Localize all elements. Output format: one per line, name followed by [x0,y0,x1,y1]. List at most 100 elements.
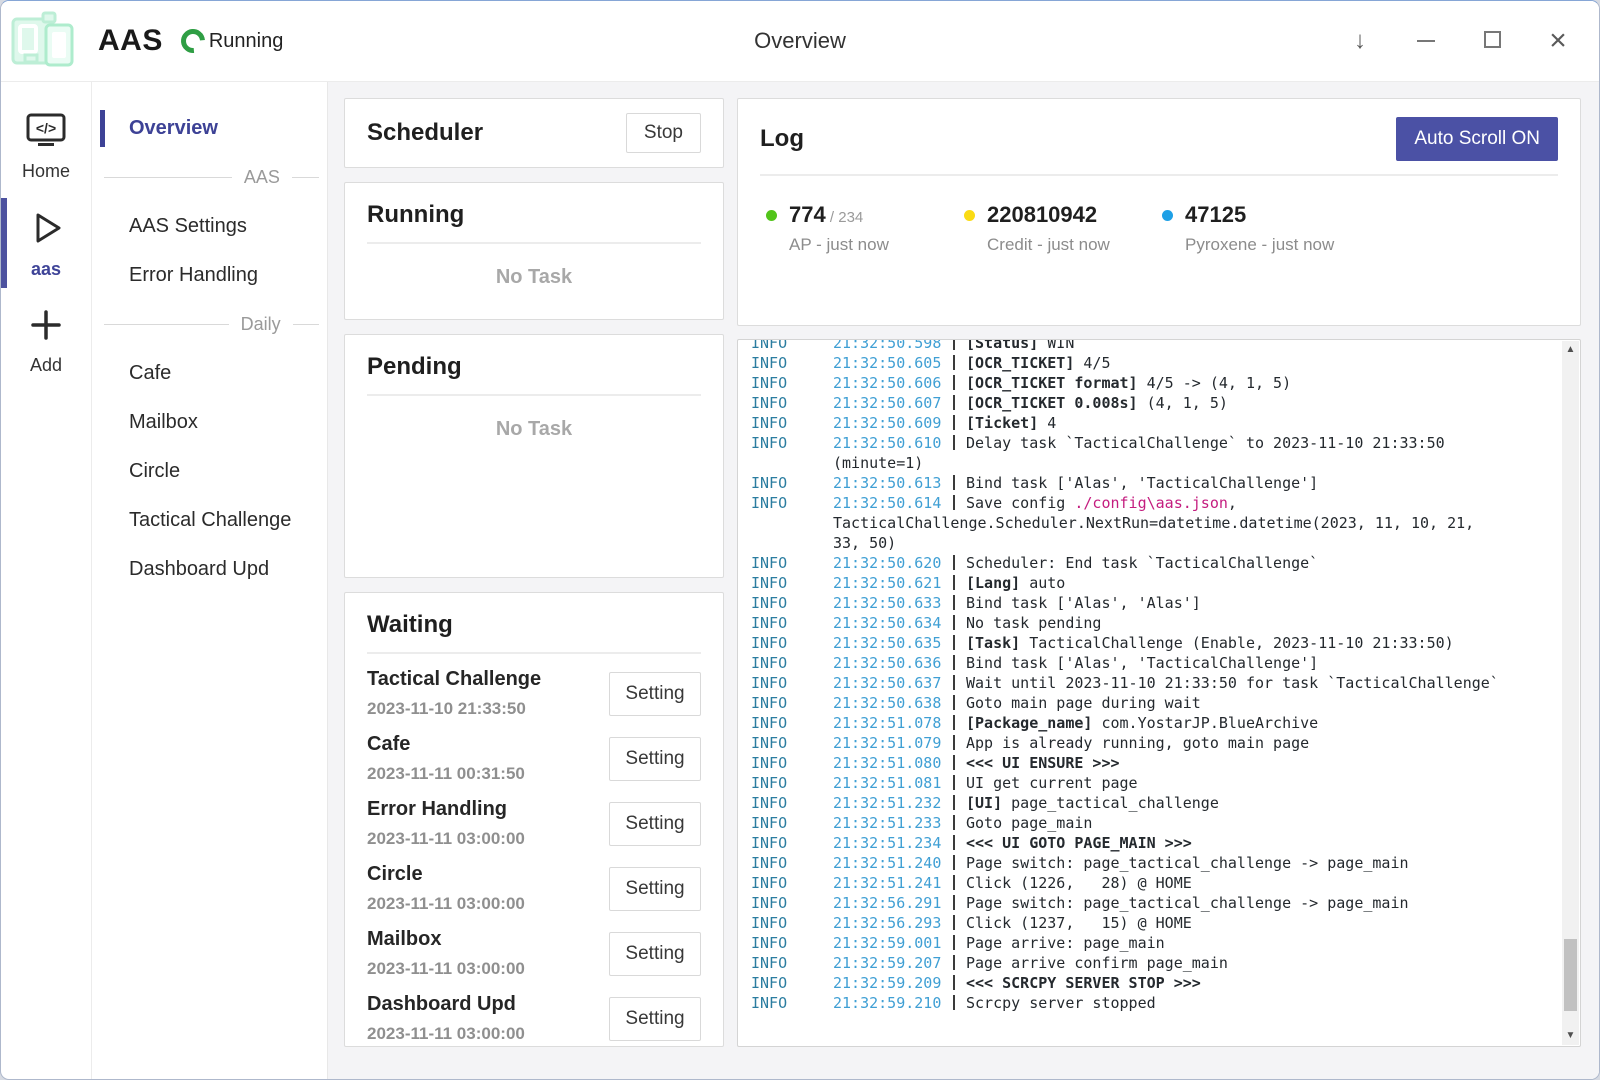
nav-item-aas-settings[interactable]: AAS Settings [92,202,327,251]
log-entry: INFO21:32:50.605[OCR_TICKET] 4/5 [751,353,1563,373]
log-scrollbar[interactable]: ▲ ▼ [1562,341,1579,1045]
waiting-task-next-run: 2023-11-11 00:31:50 [367,764,525,784]
log-message-segment: (4, 1, 5) [1138,394,1228,412]
log-level: INFO [751,413,833,433]
log-message-segment: 33, 50) [833,534,896,552]
waiting-task-row: Cafe2023-11-11 00:31:50Setting [367,733,701,784]
setting-button[interactable]: Setting [609,867,701,911]
log-message-segment: Scrcpy server stopped [966,994,1156,1012]
log-timestamp: 21:32:59.210 [833,993,945,1013]
nav-item-overview[interactable]: Overview [92,104,327,153]
setting-button[interactable]: Setting [609,802,701,846]
log-level: INFO [751,373,833,393]
stat-dot-icon [1162,210,1173,221]
log-column: Log Auto Scroll ON 774 / 234AP - just no… [737,98,1581,1047]
log-message-segment: , [1228,494,1237,512]
divider [760,174,1558,176]
app-logo-icon [10,11,76,71]
waiting-task-info: Error Handling2023-11-11 03:00:00 [367,798,525,849]
log-entry: INFO21:32:50.635[Task] TacticalChallenge… [751,633,1563,653]
log-message-segment: 4/5 [1074,354,1110,372]
log-separator [953,755,955,770]
log-message-segment: TacticalChallenge (Enable, 2023-11-10 21… [1020,634,1453,652]
log-viewport[interactable]: INFO21:32:50.598[Status] WININFO21:32:50… [738,340,1563,1046]
svg-text:</>: </> [36,120,56,136]
setting-button[interactable]: Setting [609,997,701,1041]
rail-item-aas[interactable]: aas [1,194,91,292]
waiting-task-next-run: 2023-11-11 03:00:00 [367,1024,525,1044]
nav-group-divider: Daily [92,300,327,349]
log-separator [953,415,955,430]
waiting-task-row: Dashboard Upd2023-11-11 03:00:00 Setting [367,993,701,1044]
log-level: INFO [751,933,833,953]
scroll-up-icon[interactable]: ▲ [1562,342,1579,358]
log-level: INFO [751,593,833,613]
auto-scroll-button[interactable]: Auto Scroll ON [1396,117,1558,161]
log-message-segment: Goto main page during wait [966,694,1201,712]
app-body: </>HomeaasAdd OverviewAASAAS SettingsErr… [1,81,1599,1079]
scheduler-title: Scheduler [367,119,483,147]
stat-value: 220810942 [987,202,1110,228]
waiting-title: Waiting [367,611,701,639]
log-separator [953,815,955,830]
divider-line [293,324,319,325]
nav-item-dashboard-upd[interactable]: Dashboard Upd [92,545,327,594]
log-separator [953,355,955,370]
nav-item-mailbox[interactable]: Mailbox [92,398,327,447]
stat-label: Credit - just now [987,235,1110,255]
log-timestamp: 21:32:50.633 [833,593,945,613]
log-level: INFO [751,813,833,833]
nav-item-tactical-challenge[interactable]: Tactical Challenge [92,496,327,545]
log-timestamp: 21:32:50.635 [833,633,945,653]
maximize-icon[interactable] [1477,27,1507,55]
scrollbar-thumb[interactable] [1564,939,1577,1011]
stat-value: 47125 [1185,202,1334,228]
log-entry: INFO21:32:50.598[Status] WIN [751,340,1563,353]
log-separator [953,715,955,730]
scroll-down-icon[interactable]: ▼ [1562,1028,1579,1044]
waiting-task-next-run: 2023-11-10 21:33:50 [367,699,541,719]
setting-button[interactable]: Setting [609,737,701,781]
log-level: INFO [751,773,833,793]
log-separator [953,375,955,390]
nav-item-cafe[interactable]: Cafe [92,349,327,398]
stop-button[interactable]: Stop [626,113,701,153]
setting-button[interactable]: Setting [609,672,701,716]
log-separator [953,775,955,790]
dashboard-stats: 774 / 234AP - just now220810942Credit - … [760,202,1558,255]
log-message-segment: Click (1237, 15) @ HOME [966,914,1192,932]
nav-item-error-handling[interactable]: Error Handling [92,251,327,300]
log-entry: INFO21:32:50.634No task pending [751,613,1563,633]
log-entry: INFO21:32:51.078[Package_name] com.Yosta… [751,713,1563,733]
setting-button[interactable]: Setting [609,932,701,976]
log-level: INFO [751,913,833,933]
log-message-segment: <<< UI ENSURE >>> [966,754,1120,772]
rail-item-home[interactable]: </>Home [1,98,91,194]
waiting-task-name: Tactical Challenge [367,668,541,691]
icon-rail: </>HomeaasAdd [1,82,92,1079]
app-window: AAS Running Overview ↓ × </>HomeaasAdd O… [0,0,1600,1080]
close-icon[interactable]: × [1543,24,1573,58]
log-entry: INFO21:32:59.207Page arrive confirm page… [751,953,1563,973]
page-title: Overview [754,28,846,54]
download-update-icon[interactable]: ↓ [1345,27,1375,55]
minimize-icon[interactable] [1411,27,1441,55]
log-entry: INFO21:32:50.633Bind task ['Alas', 'Alas… [751,593,1563,613]
log-entry: INFO21:32:50.637Wait until 2023-11-10 21… [751,673,1563,693]
log-separator [953,675,955,690]
log-entry: INFO21:32:51.081UI get current page [751,773,1563,793]
log-level: INFO [751,393,833,413]
log-timestamp: 21:32:51.081 [833,773,945,793]
log-message-segment: auto [1020,574,1065,592]
log-entry: INFO21:32:50.614Save config ./config\aas… [751,493,1563,553]
waiting-task-info: Mailbox2023-11-11 03:00:00 [367,928,525,979]
waiting-task-name: Mailbox [367,928,525,951]
log-entry: INFO21:32:50.620Scheduler: End task `Tac… [751,553,1563,573]
nav-item-circle[interactable]: Circle [92,447,327,496]
log-lines: INFO21:32:50.598[Status] WININFO21:32:50… [751,340,1563,1013]
divider-line [104,324,229,325]
rail-item-add[interactable]: Add [1,292,91,388]
stat-item: 220810942 Credit - just now [958,202,1156,255]
waiting-task-info: Dashboard Upd2023-11-11 03:00:00 [367,993,525,1044]
log-level: INFO [751,733,833,753]
